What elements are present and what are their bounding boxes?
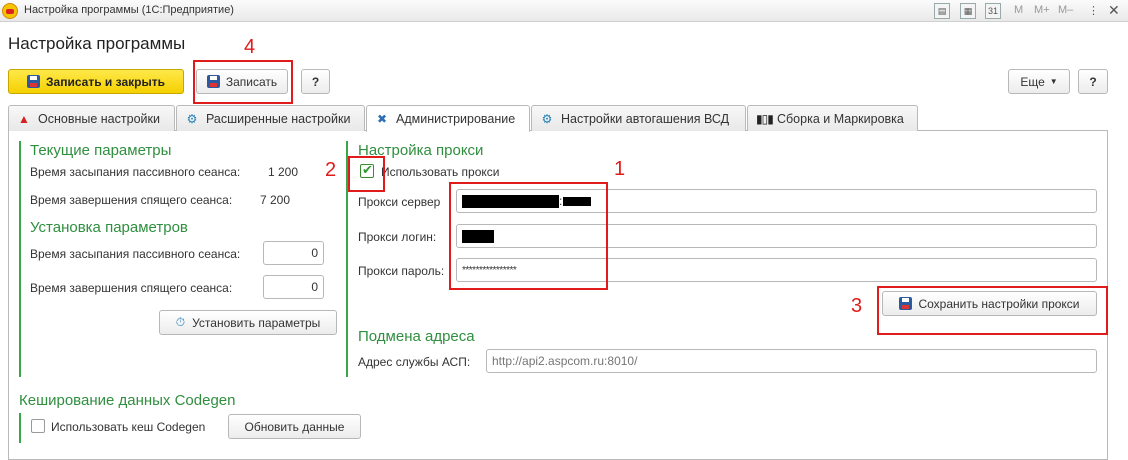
proxy-login-label: Прокси логин: [358,230,437,244]
setup-sleep-label: Время засыпания пассивного сеанса: [30,247,241,261]
asp-address-input[interactable] [486,349,1097,373]
current-sleep-value: 1 200 [268,165,299,179]
save-and-close-label: Записать и закрыть [46,74,165,89]
app-logo-icon [2,3,18,19]
tab-label: Расширенные настройки [206,111,351,126]
setup-params-title: Установка параметров [30,219,188,236]
current-end-value: 7 200 [260,193,291,207]
annotation-number-1: 1 [614,158,626,180]
use-proxy-label: Использовать прокси [381,165,500,179]
more-label: Еще [1020,74,1045,89]
tools-icon: ✖ [376,112,388,126]
help-button[interactable]: ? [301,69,330,94]
annotation-box-3 [877,286,1108,335]
use-cache-label: Использовать кеш Codegen [51,420,206,434]
annotation-number-2: 2 [325,159,337,181]
save-and-close-button[interactable]: Записать и закрыть [8,69,184,94]
annotation-number-4: 4 [244,36,256,58]
chevron-down-icon: ▼ [1049,77,1058,86]
memory-subtract-button[interactable]: M– [1058,4,1073,16]
section-divider [19,413,21,443]
window-title: Настройка программы (1С:Предприятие) [24,4,234,16]
menu-icon[interactable]: ⋮ [1088,4,1099,17]
barcode-icon: ▮▯▮ [756,111,774,126]
proxy-server-label: Прокси сервер [358,195,441,209]
tab-label: Администрирование [396,112,516,126]
tab-assembly-marking[interactable]: ▮▯▮ Сборка и Маркировка [747,105,918,131]
tab-auto-vsd-settings[interactable]: ⚙ Настройки автогашения ВСД [531,105,746,131]
tab-label: Настройки автогашения ВСД [561,111,730,126]
tab-main-settings[interactable]: ▲ Основные настройки [8,105,175,131]
page-title: Настройка программы [8,34,186,53]
calculator-icon[interactable]: ▦ [960,3,976,19]
warning-icon: ▲ [18,111,30,126]
setup-end-label: Время завершения спящего сеанса: [30,281,233,295]
apply-params-button[interactable]: ⏱ Установить параметры [159,310,337,335]
print-icon[interactable]: ▤ [934,3,950,19]
tab-label: Основные настройки [38,111,160,126]
gear-icon: ⚙ [186,111,198,126]
annotation-box-4 [193,60,293,104]
setup-end-input[interactable]: 0 [263,275,324,299]
memory-add-button[interactable]: M+ [1034,4,1050,16]
settings-icon: ⚙ [541,111,553,126]
tab-administration[interactable]: ✖ Администрирование [366,105,530,132]
setup-sleep-input[interactable]: 0 [263,241,324,265]
use-cache-checkbox[interactable] [31,419,45,433]
annotation-number-3: 3 [851,295,863,317]
annotation-box-1 [449,182,608,290]
proxy-password-label: Прокси пароль: [358,264,445,278]
current-sleep-label: Время засыпания пассивного сеанса: [30,165,241,179]
refresh-data-button[interactable]: Обновить данные [228,414,361,439]
asp-address-label: Адрес службы АСП: [358,355,471,369]
apply-params-label: Установить параметры [192,315,321,330]
more-button[interactable]: Еще ▼ [1008,69,1070,94]
address-title: Подмена адреса [358,328,475,345]
memory-button[interactable]: M [1014,4,1023,16]
help-button-right[interactable]: ? [1078,69,1108,94]
section-divider [19,141,21,377]
current-params-title: Текущие параметры [30,142,172,159]
current-end-label: Время завершения спящего сеанса: [30,193,233,207]
tab-extended-settings[interactable]: ⚙ Расширенные настройки [176,105,365,131]
annotation-box-2 [348,156,385,192]
stopwatch-icon: ⏱ [175,315,186,329]
cache-title: Кеширование данных Codegen [19,392,236,409]
save-icon [27,75,41,88]
close-icon[interactable]: ✕ [1108,2,1120,19]
tab-label: Сборка и Маркировка [777,111,904,126]
calendar-icon[interactable]: 31 [985,3,1001,19]
